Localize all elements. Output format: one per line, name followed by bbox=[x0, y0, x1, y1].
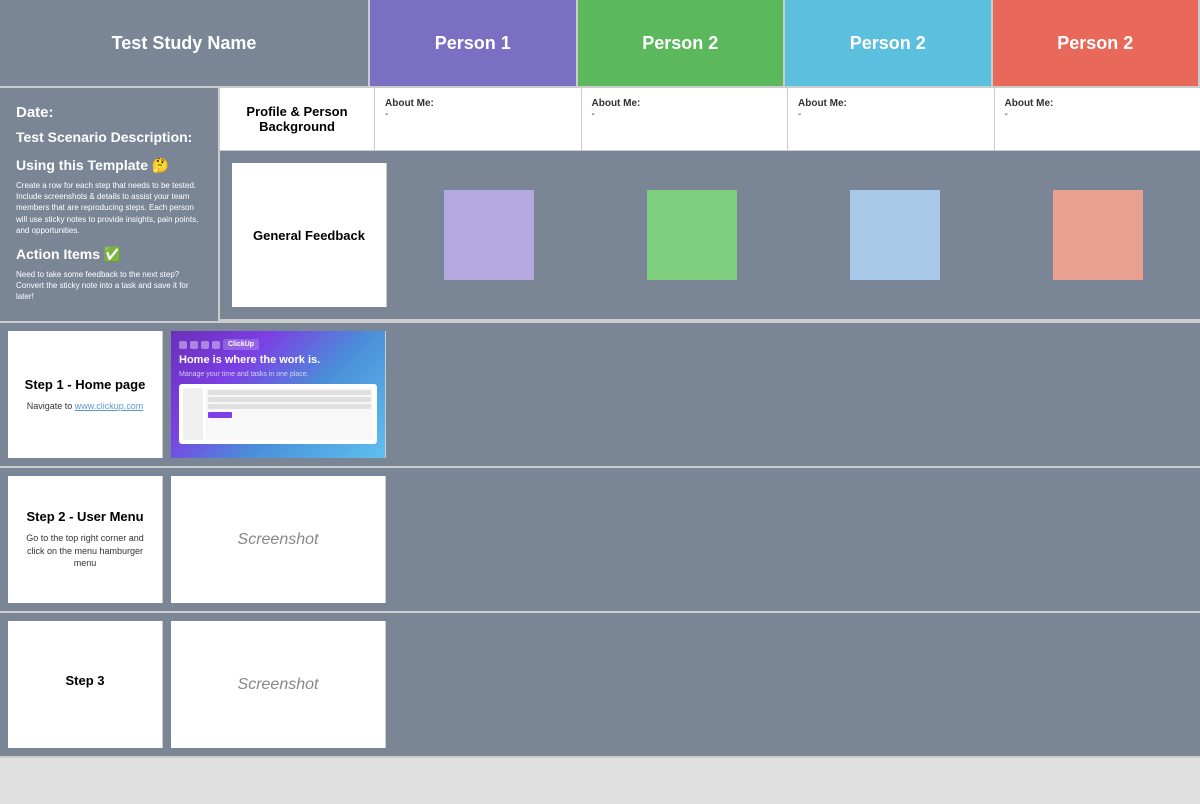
topbar-dot4 bbox=[212, 341, 220, 349]
step1-row: Step 1 - Home page Navigate to www.click… bbox=[0, 323, 1200, 468]
header-person2c: Person 2 bbox=[993, 0, 1200, 86]
mini-row1 bbox=[208, 390, 371, 395]
clickup-dashboard-preview bbox=[179, 384, 377, 444]
sticky-note-salmon[interactable] bbox=[1053, 190, 1143, 280]
topbar-dot3 bbox=[201, 341, 209, 349]
mini-btn bbox=[208, 412, 232, 418]
step1-title: Step 1 - Home page bbox=[24, 377, 146, 392]
clickup-screenshot-image: ClickUp Home is where the work is. Manag… bbox=[171, 331, 385, 458]
mini-row3 bbox=[208, 404, 371, 409]
step3-title: Step 3 bbox=[24, 673, 146, 688]
using-label: Using this Template 🤔 bbox=[16, 157, 202, 174]
topbar-dot1 bbox=[179, 341, 187, 349]
sticky-note-green[interactable] bbox=[647, 190, 737, 280]
header-person1: Person 1 bbox=[370, 0, 578, 86]
sticky-note-blue[interactable] bbox=[850, 190, 940, 280]
mini-row2 bbox=[208, 397, 371, 402]
step3-empty-area bbox=[386, 613, 1200, 756]
date-label: Date: bbox=[16, 104, 202, 121]
step2-empty-area bbox=[386, 468, 1200, 611]
profile-person1-about: About Me: - bbox=[375, 88, 582, 150]
step2-screenshot: Screenshot bbox=[171, 476, 386, 603]
header-study-name: Test Study Name bbox=[0, 0, 370, 86]
step2-screenshot-placeholder: Screenshot bbox=[238, 531, 319, 549]
profile-person2c-about: About Me: - bbox=[995, 88, 1200, 150]
action-description: Need to take some feedback to the next s… bbox=[16, 269, 202, 303]
profile-section: Profile & Person Background About Me: - … bbox=[220, 88, 1200, 321]
using-description: Create a row for each step that needs to… bbox=[16, 180, 202, 236]
step1-empty-area bbox=[386, 323, 1200, 466]
step1-desc: Navigate to www.clickup.com bbox=[24, 400, 146, 413]
clickup-topbar: ClickUp bbox=[179, 339, 377, 350]
clickup-logo: ClickUp bbox=[223, 339, 259, 350]
header-person2b: Person 2 bbox=[785, 0, 993, 86]
profile-person2a-about: About Me: - bbox=[582, 88, 789, 150]
step2-row: Step 2 - User Menu Go to the top right c… bbox=[0, 468, 1200, 613]
clickup-headline: Home is where the work is. bbox=[179, 354, 377, 367]
step2-title: Step 2 - User Menu bbox=[24, 509, 146, 524]
profile-person2b-about: About Me: - bbox=[788, 88, 995, 150]
info-section: Date: Test Scenario Description: Using t… bbox=[0, 88, 1200, 323]
step1-screenshot: ClickUp Home is where the work is. Manag… bbox=[171, 331, 386, 458]
step3-screenshot-placeholder: Screenshot bbox=[238, 676, 319, 694]
clickup-sidebar-mini bbox=[183, 388, 203, 440]
step1-link[interactable]: www.clickup.com bbox=[75, 401, 144, 411]
feedback-person1-area bbox=[387, 151, 590, 319]
info-left-panel: Date: Test Scenario Description: Using t… bbox=[0, 88, 220, 321]
sticky-note-purple[interactable] bbox=[444, 190, 534, 280]
profile-header: Profile & Person Background bbox=[220, 88, 375, 150]
topbar-dot2 bbox=[190, 341, 198, 349]
action-label: Action Items ✅ bbox=[16, 246, 202, 263]
header-person2a: Person 2 bbox=[578, 0, 786, 86]
step3-screenshot: Screenshot bbox=[171, 621, 386, 748]
header-row: Test Study Name Person 1 Person 2 Person… bbox=[0, 0, 1200, 88]
step3-info: Step 3 bbox=[8, 621, 163, 748]
feedback-person2a-area bbox=[590, 151, 793, 319]
clickup-subtext: Manage your time and tasks in one place. bbox=[179, 371, 377, 378]
clickup-main-mini bbox=[206, 388, 373, 440]
step3-row: Step 3 Screenshot bbox=[0, 613, 1200, 758]
profile-row: Profile & Person Background About Me: - … bbox=[220, 88, 1200, 151]
feedback-row: General Feedback bbox=[220, 151, 1200, 321]
step1-info: Step 1 - Home page Navigate to www.click… bbox=[8, 331, 163, 458]
feedback-person2c-area bbox=[997, 151, 1200, 319]
step2-info: Step 2 - User Menu Go to the top right c… bbox=[8, 476, 163, 603]
step2-desc: Go to the top right corner and click on … bbox=[24, 532, 146, 570]
feedback-label: General Feedback bbox=[232, 163, 387, 307]
feedback-person2b-area bbox=[794, 151, 997, 319]
scenario-label: Test Scenario Description: bbox=[16, 129, 202, 145]
